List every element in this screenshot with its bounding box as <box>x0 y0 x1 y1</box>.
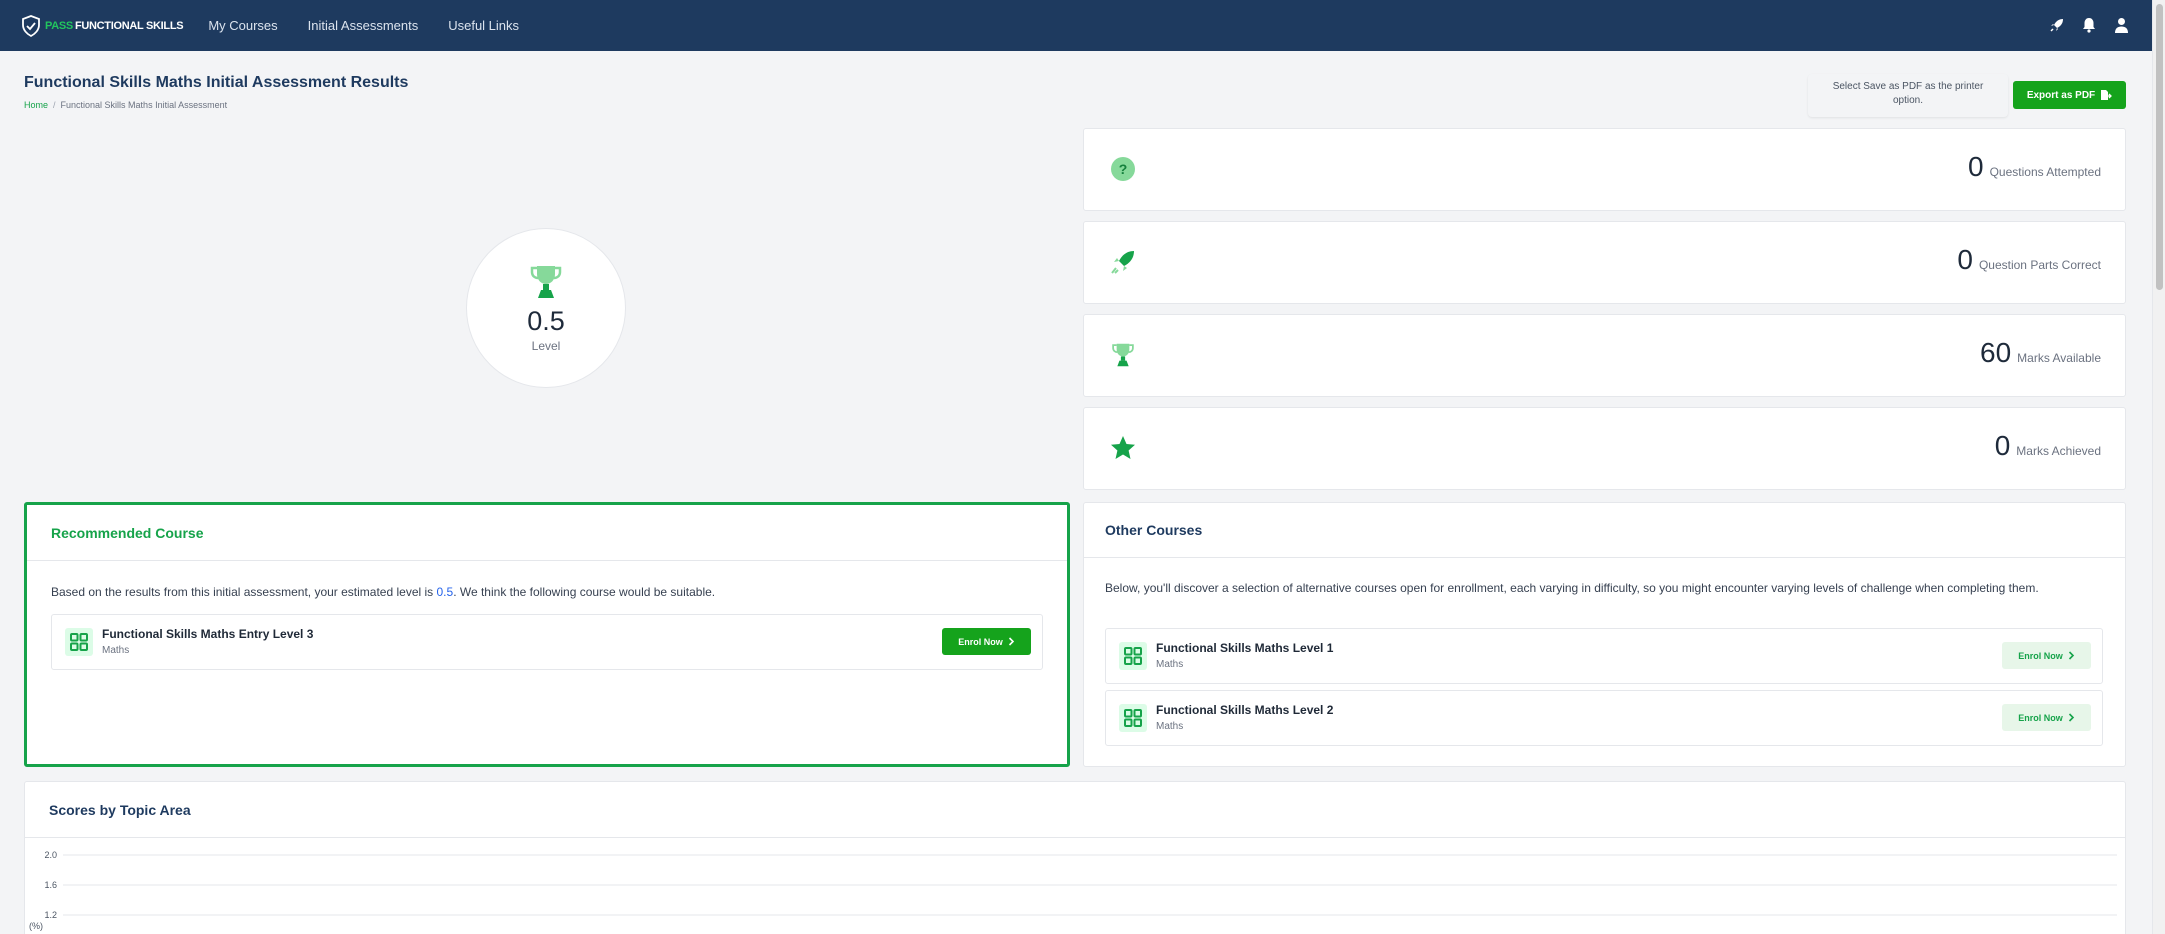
course-name: Functional Skills Maths Level 2 <box>1156 703 1334 717</box>
stat-value: 0 <box>1968 151 1984 182</box>
course-subject: Maths <box>1156 721 1184 732</box>
breadcrumb-separator: / <box>53 100 56 110</box>
brand-pass-text: PASS <box>45 19 73 32</box>
page-title: Functional Skills Maths Initial Assessme… <box>24 74 409 91</box>
stat-value-group: 0 Marks Achieved <box>1995 430 2101 462</box>
stat-card-marks-available: 60 Marks Available <box>1083 314 2126 397</box>
breadcrumb: Home / Functional Skills Maths Initial Ass… <box>24 100 227 110</box>
star-icon <box>1109 434 1137 462</box>
rec-text-after: . We think the following course would be… <box>453 585 716 599</box>
other-course-card: Functional Skills Maths Level 2 Maths En… <box>1105 690 2103 746</box>
course-name: Functional Skills Maths Entry Level 3 <box>102 627 314 641</box>
chart-y-tick-label: 1.6 <box>44 880 57 890</box>
rocket-icon[interactable] <box>2048 16 2066 34</box>
stat-label: Questions Attempted <box>1989 165 2101 179</box>
stat-label: Question Parts Correct <box>1978 258 2101 272</box>
shield-check-icon <box>22 14 40 37</box>
panel-header: Other Courses <box>1084 503 2125 558</box>
grid-icon <box>1119 642 1147 670</box>
stat-card-question-parts-correct: 0 Question Parts Correct <box>1083 221 2126 304</box>
enrol-now-button[interactable]: Enrol Now <box>2002 704 2091 731</box>
scrollbar-thumb[interactable] <box>2156 4 2163 290</box>
pdf-instruction-note: Select Save as PDF as the printer option… <box>1808 74 2008 117</box>
recommended-course-title: Recommended Course <box>51 524 204 541</box>
rocket-icon <box>1109 248 1137 276</box>
user-icon[interactable] <box>2112 16 2130 34</box>
trophy-icon <box>1109 341 1137 369</box>
export-pdf-button[interactable]: Export as PDF <box>2013 81 2126 109</box>
bell-icon[interactable] <box>2080 16 2098 34</box>
other-course-card: Functional Skills Maths Level 1 Maths En… <box>1105 628 2103 684</box>
enrol-now-label: Enrol Now <box>2018 712 2063 723</box>
nav-links: My Courses Initial Assessments Useful Li… <box>208 18 549 33</box>
page-scrollbar[interactable] <box>2152 0 2165 934</box>
stat-label: Marks Available <box>2017 351 2101 365</box>
stat-value: 0 <box>1957 244 1973 275</box>
stat-value: 60 <box>1980 337 2012 368</box>
panel-header: Recommended Course <box>27 505 1067 561</box>
rec-text-before: Based on the results from this initial a… <box>51 585 437 599</box>
svg-text:?: ? <box>1119 161 1128 177</box>
chart-y-tick-label: 1.2 <box>44 910 57 920</box>
chevron-right-icon <box>2068 651 2074 660</box>
rec-text-level: 0.5 <box>436 585 454 599</box>
enrol-now-label: Enrol Now <box>958 636 1003 647</box>
grid-icon <box>65 628 93 656</box>
grid-icon <box>1119 704 1147 732</box>
scores-title: Scores by Topic Area <box>49 801 191 818</box>
breadcrumb-current: Functional Skills Maths Initial Assessme… <box>60 100 228 110</box>
question-icon: ? <box>1109 155 1137 183</box>
level-circle: 0.5 Level <box>466 228 626 388</box>
stat-card-questions-attempted: ? 0 Questions Attempted <box>1083 128 2126 211</box>
enrol-now-button[interactable]: Enrol Now <box>942 628 1031 655</box>
brand-name-text: FUNCTIONAL SKILLS <box>74 19 184 32</box>
panel-header: Scores by Topic Area <box>25 782 2125 838</box>
recommended-course-panel: Recommended Course Based on the results … <box>24 502 1070 767</box>
stat-label: Marks Achieved <box>2016 444 2101 458</box>
nav-link-my-courses[interactable]: My Courses <box>208 18 277 33</box>
scores-by-topic-panel: Scores by Topic Area 2.0 1.6 1.2 (%) <box>24 781 2126 934</box>
file-export-icon <box>2101 90 2113 100</box>
other-courses-title: Other Courses <box>1105 522 1203 538</box>
other-courses-panel: Other Courses Below, you'll discover a s… <box>1083 502 2126 767</box>
trophy-icon <box>530 265 562 298</box>
enrol-now-label: Enrol Now <box>2018 650 2063 661</box>
recommended-course-text: Based on the results from this initial a… <box>51 585 715 599</box>
course-name: Functional Skills Maths Level 1 <box>1156 641 1334 655</box>
breadcrumb-home-link[interactable]: Home <box>24 100 48 110</box>
course-subject: Maths <box>102 645 130 656</box>
brand-logo[interactable]: PASS FUNCTIONAL SKILLS <box>21 14 184 37</box>
export-pdf-label: Export as PDF <box>2026 89 2096 101</box>
recommended-course-card: Functional Skills Maths Entry Level 3 Ma… <box>51 614 1043 670</box>
chevron-right-icon <box>2068 713 2074 722</box>
stat-value: 0 <box>1994 430 2011 461</box>
chart-y-axis-label: (%) <box>29 921 43 931</box>
level-label: Level <box>531 338 561 353</box>
course-subject: Maths <box>1156 659 1184 670</box>
stat-value-group: 60 Marks Available <box>1980 337 2101 369</box>
stat-card-marks-achieved: 0 Marks Achieved <box>1083 407 2126 490</box>
stat-value-group: 0 Question Parts Correct <box>1957 244 2101 276</box>
nav-link-useful-links[interactable]: Useful Links <box>448 18 519 33</box>
chevron-right-icon <box>1008 637 1014 646</box>
enrol-now-button[interactable]: Enrol Now <box>2002 642 2091 669</box>
scores-chart: 2.0 1.6 1.2(%) <box>29 850 2117 931</box>
level-value: 0.5 <box>527 305 565 336</box>
top-navbar: PASS FUNCTIONAL SKILLS My Courses Initia… <box>0 0 2152 51</box>
nav-link-initial-assessments[interactable]: Initial Assessments <box>308 18 419 33</box>
nav-icon-group <box>2034 16 2130 34</box>
chart-y-tick-label: 2.0 <box>44 850 57 860</box>
stat-value-group: 0 Questions Attempted <box>1968 151 2101 183</box>
other-courses-text: Below, you'll discover a selection of al… <box>1105 581 2039 595</box>
